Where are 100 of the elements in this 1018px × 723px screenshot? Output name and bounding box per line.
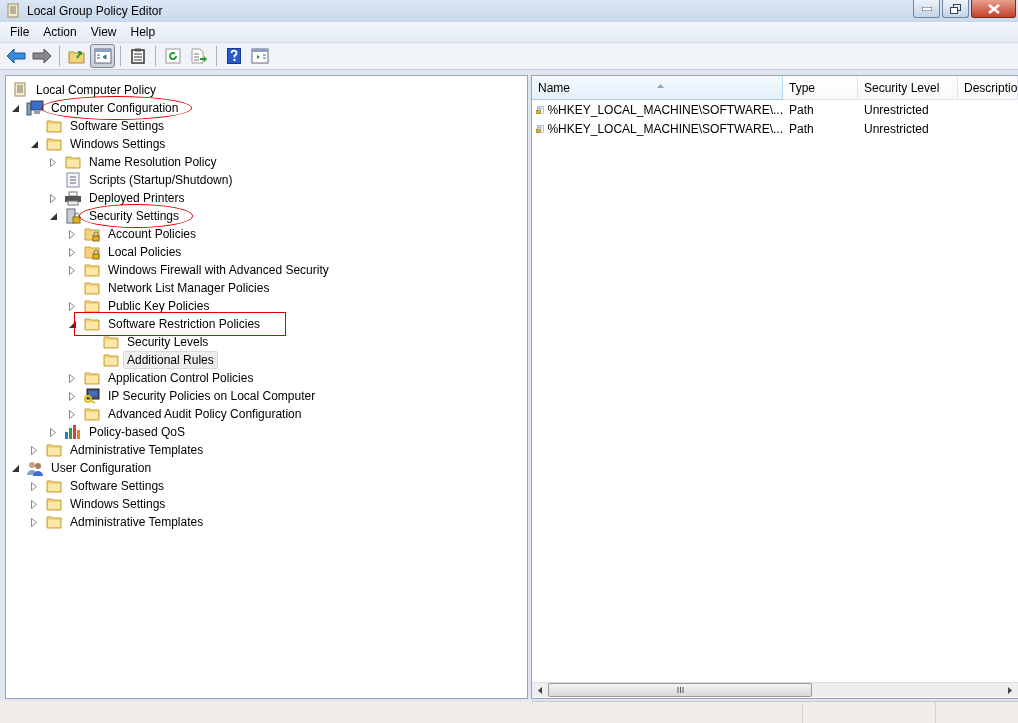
tree-item[interactable]: Software Settings (66, 117, 169, 135)
window-title: Local Group Policy Editor (27, 4, 164, 18)
grip-icon (676, 687, 684, 693)
folder-icon (84, 317, 100, 331)
folder-icon (46, 497, 62, 511)
collapsed-arrow-icon[interactable] (31, 445, 37, 455)
rule-name: %HKEY_LOCAL_MACHINE\SOFTWARE\... (547, 121, 783, 136)
forward-arrow-icon (31, 48, 52, 64)
folder-icon (84, 281, 100, 295)
menu-item[interactable]: Help (123, 25, 163, 39)
collapsed-arrow-icon[interactable] (50, 193, 56, 203)
rule-name: %HKEY_LOCAL_MACHINE\SOFTWARE\... (547, 102, 783, 117)
tree-item[interactable]: Software Restriction Policies (104, 315, 265, 333)
server-lock-icon (65, 208, 81, 224)
clipboard-icon (130, 48, 145, 64)
column-header[interactable]: Type (783, 76, 858, 100)
folder-icon (84, 407, 100, 421)
pane-toggle-icon (93, 48, 112, 64)
bar-chart-icon (64, 424, 82, 440)
collapsed-arrow-icon[interactable] (50, 157, 56, 167)
restore-button[interactable] (942, 0, 969, 18)
minimize-icon (921, 6, 932, 11)
tree-item[interactable]: User Configuration (47, 459, 156, 477)
printer-icon (64, 190, 82, 206)
tree-item[interactable]: Security Settings (85, 207, 184, 225)
scroll-left-icon[interactable] (538, 686, 542, 694)
pane-toggle-icon (250, 48, 269, 64)
collapsed-arrow-icon[interactable] (69, 265, 75, 275)
tree-item[interactable]: Local Policies (104, 243, 186, 261)
folder-icon (46, 443, 62, 457)
tree-item[interactable]: Name Resolution Policy (85, 153, 221, 171)
collapsed-arrow-icon[interactable] (69, 301, 75, 311)
close-icon (987, 3, 1000, 14)
scroll-icon (6, 3, 20, 19)
computer-icon (26, 100, 44, 116)
expanded-arrow-icon[interactable] (68, 320, 76, 328)
collapsed-arrow-icon[interactable] (69, 373, 75, 383)
rule-type: Path (788, 102, 815, 117)
folder-icon (46, 119, 62, 133)
tree-item[interactable]: Advanced Audit Policy Configuration (104, 405, 306, 423)
tree-item[interactable]: Windows Firewall with Advanced Security (104, 261, 333, 279)
expanded-arrow-icon[interactable] (30, 140, 38, 148)
scroll-right-icon[interactable] (1008, 686, 1012, 694)
collapsed-arrow-icon[interactable] (31, 499, 37, 509)
tree-item[interactable]: Computer Configuration (47, 99, 183, 117)
folder-icon (103, 335, 119, 349)
column-header[interactable]: Security Level (858, 76, 958, 100)
back-arrow-icon (5, 48, 26, 64)
tree-item[interactable]: Security Levels (123, 333, 213, 351)
horizontal-scrollbar[interactable] (532, 682, 1018, 697)
menu-item[interactable]: Action (36, 25, 84, 39)
tree-item[interactable]: Deployed Printers (85, 189, 189, 207)
folder-arrow-icon (67, 48, 86, 64)
expanded-arrow-icon[interactable] (11, 104, 19, 112)
collapsed-arrow-icon[interactable] (69, 391, 75, 401)
folder-icon (103, 353, 119, 367)
refresh-icon (164, 48, 181, 64)
minimize-button[interactable] (913, 0, 940, 18)
tree-item[interactable]: Network List Manager Policies (104, 279, 274, 297)
scrollbar-thumb[interactable] (548, 683, 812, 697)
folder-icon (46, 479, 62, 493)
tree-item[interactable]: Public Key Policies (104, 297, 214, 315)
folder-icon (84, 299, 100, 313)
tree-item[interactable]: Application Control Policies (104, 369, 258, 387)
tree-item[interactable]: Administrative Templates (66, 513, 208, 531)
close-button[interactable] (971, 0, 1016, 18)
collapsed-arrow-icon[interactable] (50, 427, 56, 437)
collapsed-arrow-icon[interactable] (69, 409, 75, 419)
folder-icon (84, 371, 100, 385)
tree-item[interactable]: Windows Settings (66, 495, 170, 513)
locked-folder-icon (84, 226, 100, 242)
collapsed-arrow-icon[interactable] (69, 247, 75, 257)
tree-item[interactable]: Scripts (Startup/Shutdown) (85, 171, 237, 189)
tree-item[interactable]: Windows Settings (66, 135, 170, 153)
collapsed-arrow-icon[interactable] (69, 229, 75, 239)
tree-item[interactable]: Administrative Templates (66, 441, 208, 459)
scroll-icon (12, 82, 28, 98)
tree-item[interactable]: Account Policies (104, 225, 201, 243)
sort-ascending-icon (657, 84, 664, 88)
expanded-arrow-icon[interactable] (11, 464, 19, 472)
expanded-arrow-icon[interactable] (49, 212, 57, 220)
folder-icon (84, 263, 100, 277)
collapsed-arrow-icon[interactable] (31, 517, 37, 527)
column-header[interactable]: Name (532, 76, 783, 100)
restore-icon (950, 3, 961, 14)
tree-item[interactable]: IP Security Policies on Local Computer (104, 387, 320, 405)
tree-item[interactable]: Additional Rules (123, 351, 218, 369)
security-level: Unrestricted (863, 121, 930, 136)
users-icon (26, 460, 44, 476)
locked-folder-icon (84, 244, 100, 260)
tree-item[interactable]: Policy-based QoS (85, 423, 190, 441)
column-header[interactable]: Descriptio (958, 76, 1018, 100)
collapsed-arrow-icon[interactable] (31, 481, 37, 491)
help-icon (226, 48, 241, 64)
script-icon (65, 172, 81, 188)
security-level: Unrestricted (863, 102, 930, 117)
menu-item[interactable]: View (83, 25, 124, 39)
tree-item[interactable]: Software Settings (66, 477, 169, 495)
tree-item[interactable]: Local Computer Policy (32, 81, 161, 99)
menu-item[interactable]: File (3, 25, 37, 39)
